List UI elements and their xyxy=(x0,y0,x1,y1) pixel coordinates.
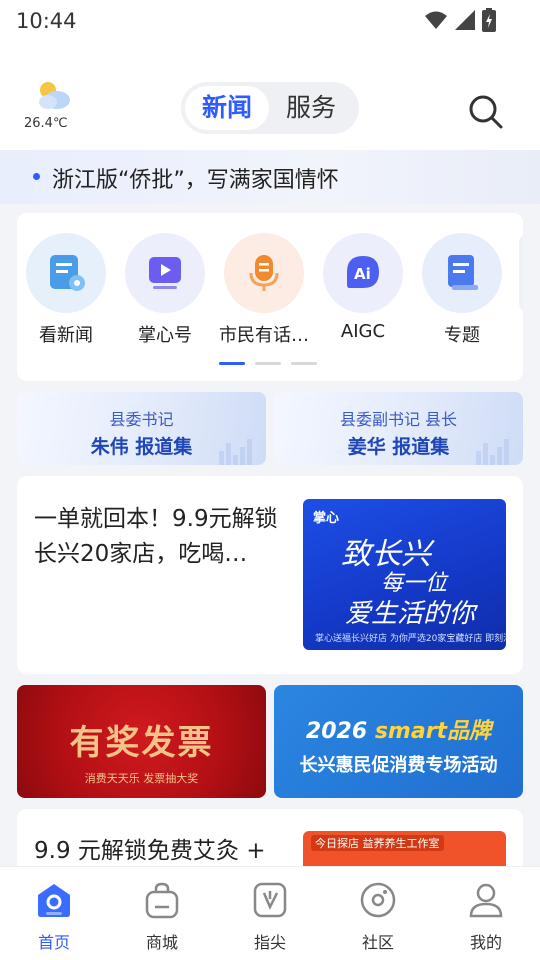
pager-dot-active xyxy=(219,362,245,365)
nav-home[interactable]: 首页 xyxy=(0,881,108,953)
quick-item-zhangxinhao[interactable]: 掌心号 xyxy=(117,233,213,347)
skyline-decoration xyxy=(476,439,509,465)
search-icon[interactable] xyxy=(468,94,504,130)
weather-widget[interactable] xyxy=(28,78,78,116)
topic-icon xyxy=(422,233,502,313)
nav-mall[interactable]: 商城 xyxy=(108,881,216,953)
ai-icon: Ai xyxy=(323,233,403,313)
nav-community[interactable]: 社区 xyxy=(324,881,432,953)
quick-item-partial xyxy=(519,233,523,313)
weather-temperature: 26.4℃ xyxy=(24,116,68,131)
thumb-caption: 掌心送福长兴好店 为你严选20家宝藏好店 即刻消费礼遇 xyxy=(315,634,506,644)
promo-lottery-invoice[interactable]: 有奖发票 消费天天乐 发票抽大奖 xyxy=(17,685,266,798)
bottom-navigation: 首页 商城 指尖 社区 我的 xyxy=(0,866,540,960)
report-collection-secretary[interactable]: 县委书记 朱伟 报道集 xyxy=(17,392,266,465)
status-icons xyxy=(424,8,496,32)
battery-icon xyxy=(482,8,496,32)
ticker-headline[interactable]: 浙江版“侨批”，写满家国情怀 xyxy=(52,162,339,194)
nav-label: 指尖 xyxy=(253,933,286,952)
thumb-headline: 爱生活的你 xyxy=(345,599,476,629)
news-tag-label: 今日探店 xyxy=(315,837,359,850)
report-role: 县委副书记 县长 xyxy=(339,410,458,429)
signal-icon xyxy=(455,10,475,30)
top-header: 26.4℃ 新闻 服务 xyxy=(0,44,540,150)
quick-item-label: 市民有话… xyxy=(219,325,309,346)
shopping-bag-icon xyxy=(145,882,179,919)
quick-item-topic[interactable]: 专题 xyxy=(414,233,510,347)
tab-news[interactable]: 新闻 xyxy=(185,86,269,130)
nav-label: 商城 xyxy=(145,933,178,952)
report-collection-county-head[interactable]: 县委副书记 县长 姜华 报道集 xyxy=(274,392,523,465)
promo-subtitle: 消费天天乐 发票抽大奖 xyxy=(84,772,199,785)
ticker-bullet xyxy=(33,173,40,180)
news-card[interactable]: 一单就回本！9.9元解锁长兴20家店，吃喝… 掌心 致长兴 每一位 爱生活的你 … xyxy=(17,476,523,674)
wifi-icon xyxy=(425,11,447,29)
promo-subtitle: 长兴惠民促消费专场活动 xyxy=(299,755,498,776)
promo-title: 有奖发票 xyxy=(69,723,214,763)
read-news-icon xyxy=(26,233,106,313)
pager-dot xyxy=(255,362,281,365)
nav-label: 首页 xyxy=(37,933,70,952)
tab-service[interactable]: 服务 xyxy=(269,86,353,130)
profile-icon xyxy=(469,883,503,918)
quick-item-read-news[interactable]: 看新闻 xyxy=(18,233,114,347)
status-time: 10:44 xyxy=(16,9,77,33)
quick-item-label: 专题 xyxy=(444,325,480,346)
fingertip-icon xyxy=(253,882,287,918)
headline-ticker[interactable]: 浙江版“侨批”，写满家国情怀 xyxy=(0,150,540,204)
quick-item-aigc[interactable]: Ai AIGC xyxy=(315,233,411,342)
video-icon xyxy=(125,233,205,313)
promo-smart: smart xyxy=(374,719,448,744)
news-title[interactable]: 一单就回本！9.9元解锁长兴20家店，吃喝… xyxy=(34,502,289,572)
microphone-icon xyxy=(224,233,304,313)
news-tag: 今日探店 益荞养生工作室 xyxy=(311,835,444,851)
partly-cloudy-icon xyxy=(39,82,70,109)
status-bar: 10:44 xyxy=(0,0,540,44)
promo-title: 2026 smart品牌 xyxy=(274,713,523,745)
quick-item-label: 看新闻 xyxy=(39,325,93,346)
thumb-logo: 掌心 xyxy=(313,511,340,526)
report-role: 县委书记 xyxy=(109,410,174,429)
home-icon xyxy=(38,884,70,917)
nav-fingertip[interactable]: 指尖 xyxy=(216,881,324,953)
pager-dot xyxy=(291,362,317,365)
top-tab-switcher: 新闻 服务 xyxy=(181,82,359,134)
nav-label: 我的 xyxy=(469,933,502,952)
news-title[interactable]: 9.9 元解锁免费艾灸 + xyxy=(34,831,265,865)
svg-text:Ai: Ai xyxy=(354,265,371,283)
nav-label: 社区 xyxy=(361,933,394,952)
promo-smart-brand[interactable]: 2026 smart品牌 长兴惠民促消费专场活动 xyxy=(274,685,523,798)
quick-item-label: AIGC xyxy=(340,321,386,342)
promo-brand: 品牌 xyxy=(447,719,492,744)
quick-item-citizen-voice[interactable]: 市民有话… xyxy=(216,233,312,347)
promo-year: 2026 xyxy=(305,719,368,744)
skyline-decoration xyxy=(219,439,252,465)
news-thumbnail[interactable]: 掌心 致长兴 每一位 爱生活的你 掌心送福长兴好店 为你严选20家宝藏好店 即刻… xyxy=(303,499,506,650)
nav-profile[interactable]: 我的 xyxy=(432,881,540,953)
pager-dots xyxy=(219,362,317,365)
news-tag-shop: 益荞养生工作室 xyxy=(362,837,440,850)
community-icon xyxy=(360,882,396,918)
quick-menu-card: 看新闻 掌心号 市民有话… Ai AIGC 专题 xyxy=(17,213,523,381)
quick-item-label: 掌心号 xyxy=(138,325,192,346)
